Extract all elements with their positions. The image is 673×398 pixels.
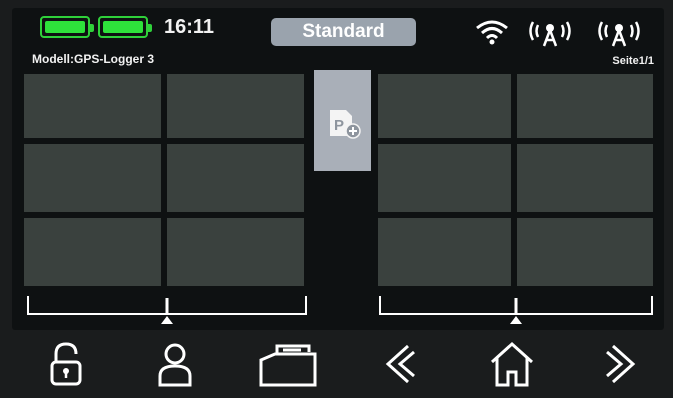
widget-slot[interactable] (167, 218, 304, 286)
touch-screen: 16:11 Standard Modell:GPS-Logger 3 Seite… (12, 8, 664, 330)
battery-icon (40, 16, 94, 38)
battery-icon (98, 16, 152, 38)
widget-slot[interactable] (378, 74, 511, 138)
page-indicator: Seite1/1 (612, 55, 654, 67)
unlock-icon[interactable] (48, 340, 84, 388)
widget-slot[interactable] (517, 218, 653, 286)
back-icon[interactable] (382, 340, 418, 388)
widget-slot[interactable] (24, 144, 161, 212)
widget-slot[interactable] (517, 74, 653, 138)
widget-slot[interactable] (378, 218, 511, 286)
widget-slot[interactable] (517, 144, 653, 212)
flight-mode-button[interactable]: Standard (271, 18, 416, 46)
model-name: Modell:GPS-Logger 3 (32, 52, 155, 66)
widget-slot[interactable] (378, 144, 511, 212)
forward-icon[interactable] (603, 340, 639, 388)
home-icon[interactable] (488, 340, 536, 388)
svg-text:P: P (334, 117, 344, 134)
add-page-icon: P (330, 110, 361, 139)
wifi-icon (476, 20, 508, 45)
widget-slot[interactable] (24, 218, 161, 286)
widget-slot[interactable] (167, 74, 304, 138)
clock: 16:11 (164, 16, 215, 38)
widget-slot[interactable] (167, 144, 304, 212)
signal-antenna-icon (529, 21, 571, 47)
model-box-icon[interactable] (253, 340, 323, 388)
right-trim[interactable] (378, 294, 654, 326)
user-icon[interactable] (157, 340, 193, 388)
widget-slot[interactable] (24, 74, 161, 138)
left-trim[interactable] (26, 294, 308, 326)
signal-antenna-icon (598, 21, 640, 47)
